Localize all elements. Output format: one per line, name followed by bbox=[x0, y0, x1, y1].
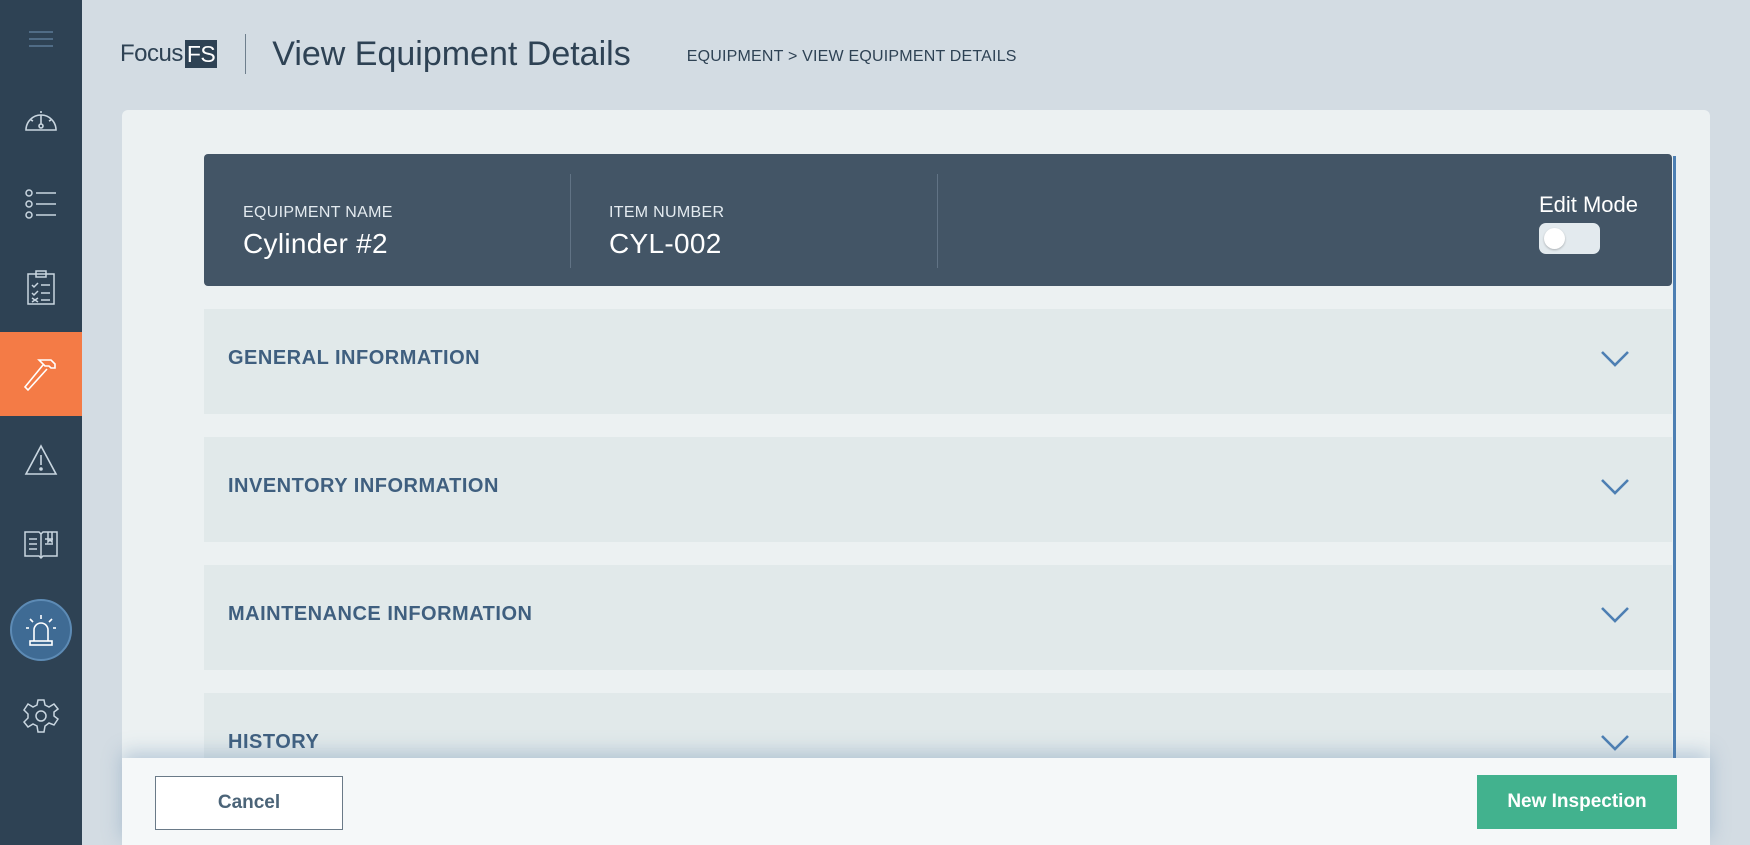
chevron-down-icon[interactable] bbox=[1600, 349, 1630, 374]
page-title: View Equipment Details bbox=[272, 34, 631, 73]
header-field-divider bbox=[570, 174, 571, 268]
item-number-label: ITEM NUMBER bbox=[609, 204, 725, 221]
sidebar bbox=[0, 0, 82, 845]
sidebar-item-settings[interactable] bbox=[0, 674, 82, 758]
section-title: GENERAL INFORMATION bbox=[228, 347, 481, 369]
edit-mode-control: Edit Mode bbox=[1538, 192, 1638, 254]
warning-icon bbox=[24, 444, 58, 476]
header-divider bbox=[245, 34, 247, 74]
hamburger-menu-icon bbox=[28, 30, 54, 48]
scroll-indicator[interactable] bbox=[1673, 156, 1676, 760]
sidebar-menu-toggle[interactable] bbox=[0, 0, 82, 78]
new-inspection-button[interactable]: New Inspection bbox=[1477, 775, 1677, 829]
page-header: Focus FS View Equipment Details EQUIPMEN… bbox=[120, 32, 1017, 76]
section-title: MAINTENANCE INFORMATION bbox=[228, 603, 533, 625]
list-icon bbox=[25, 188, 57, 220]
breadcrumb: EQUIPMENT > VIEW EQUIPMENT DETAILS bbox=[686, 48, 1017, 65]
sidebar-item-incidents[interactable] bbox=[0, 418, 82, 502]
header-field-divider bbox=[937, 174, 938, 268]
equipment-name-value: Cylinder #2 bbox=[243, 228, 388, 259]
section-title: HISTORY bbox=[228, 731, 320, 753]
item-number-value: CYL-002 bbox=[609, 228, 722, 259]
focusfs-logo: Focus FS bbox=[120, 40, 218, 68]
equipment-name-label: EQUIPMENT NAME bbox=[243, 204, 393, 221]
checklist-clipboard-icon bbox=[26, 270, 56, 306]
chevron-down-icon[interactable] bbox=[1600, 605, 1630, 630]
edit-mode-toggle[interactable] bbox=[1538, 223, 1600, 254]
logo-box-text: FS bbox=[184, 40, 218, 68]
alarm-circle bbox=[10, 599, 72, 661]
dashboard-gauge-icon bbox=[23, 106, 59, 134]
sidebar-item-dashboard[interactable] bbox=[0, 78, 82, 162]
hammer-icon bbox=[21, 354, 61, 394]
gear-icon bbox=[23, 698, 59, 734]
alarm-light-icon bbox=[25, 613, 57, 647]
equipment-summary-header: EQUIPMENT NAME Cylinder #2 ITEM NUMBER C… bbox=[204, 154, 1672, 286]
cancel-button[interactable]: Cancel bbox=[155, 776, 343, 830]
section-inventory-information[interactable]: INVENTORY INFORMATION bbox=[204, 437, 1672, 542]
toggle-knob bbox=[1543, 228, 1565, 249]
item-number-field: ITEM NUMBER CYL-002 bbox=[609, 204, 724, 260]
book-icon bbox=[23, 528, 59, 560]
sidebar-item-equipment[interactable] bbox=[0, 332, 82, 416]
sidebar-item-library[interactable] bbox=[0, 502, 82, 586]
edit-mode-label: Edit Mode bbox=[1538, 192, 1638, 217]
sidebar-item-alarm[interactable] bbox=[0, 588, 82, 672]
chevron-down-icon[interactable] bbox=[1600, 733, 1630, 758]
section-general-information[interactable]: GENERAL INFORMATION bbox=[204, 309, 1672, 414]
action-footer: Cancel New Inspection bbox=[122, 758, 1710, 845]
logo-text: Focus bbox=[120, 40, 183, 67]
chevron-down-icon[interactable] bbox=[1600, 477, 1630, 502]
sidebar-item-list[interactable] bbox=[0, 162, 82, 246]
section-title: INVENTORY INFORMATION bbox=[228, 475, 499, 497]
sidebar-item-inspections[interactable] bbox=[0, 246, 82, 330]
section-maintenance-information[interactable]: MAINTENANCE INFORMATION bbox=[204, 565, 1672, 670]
equipment-name-field: EQUIPMENT NAME Cylinder #2 bbox=[243, 204, 393, 260]
